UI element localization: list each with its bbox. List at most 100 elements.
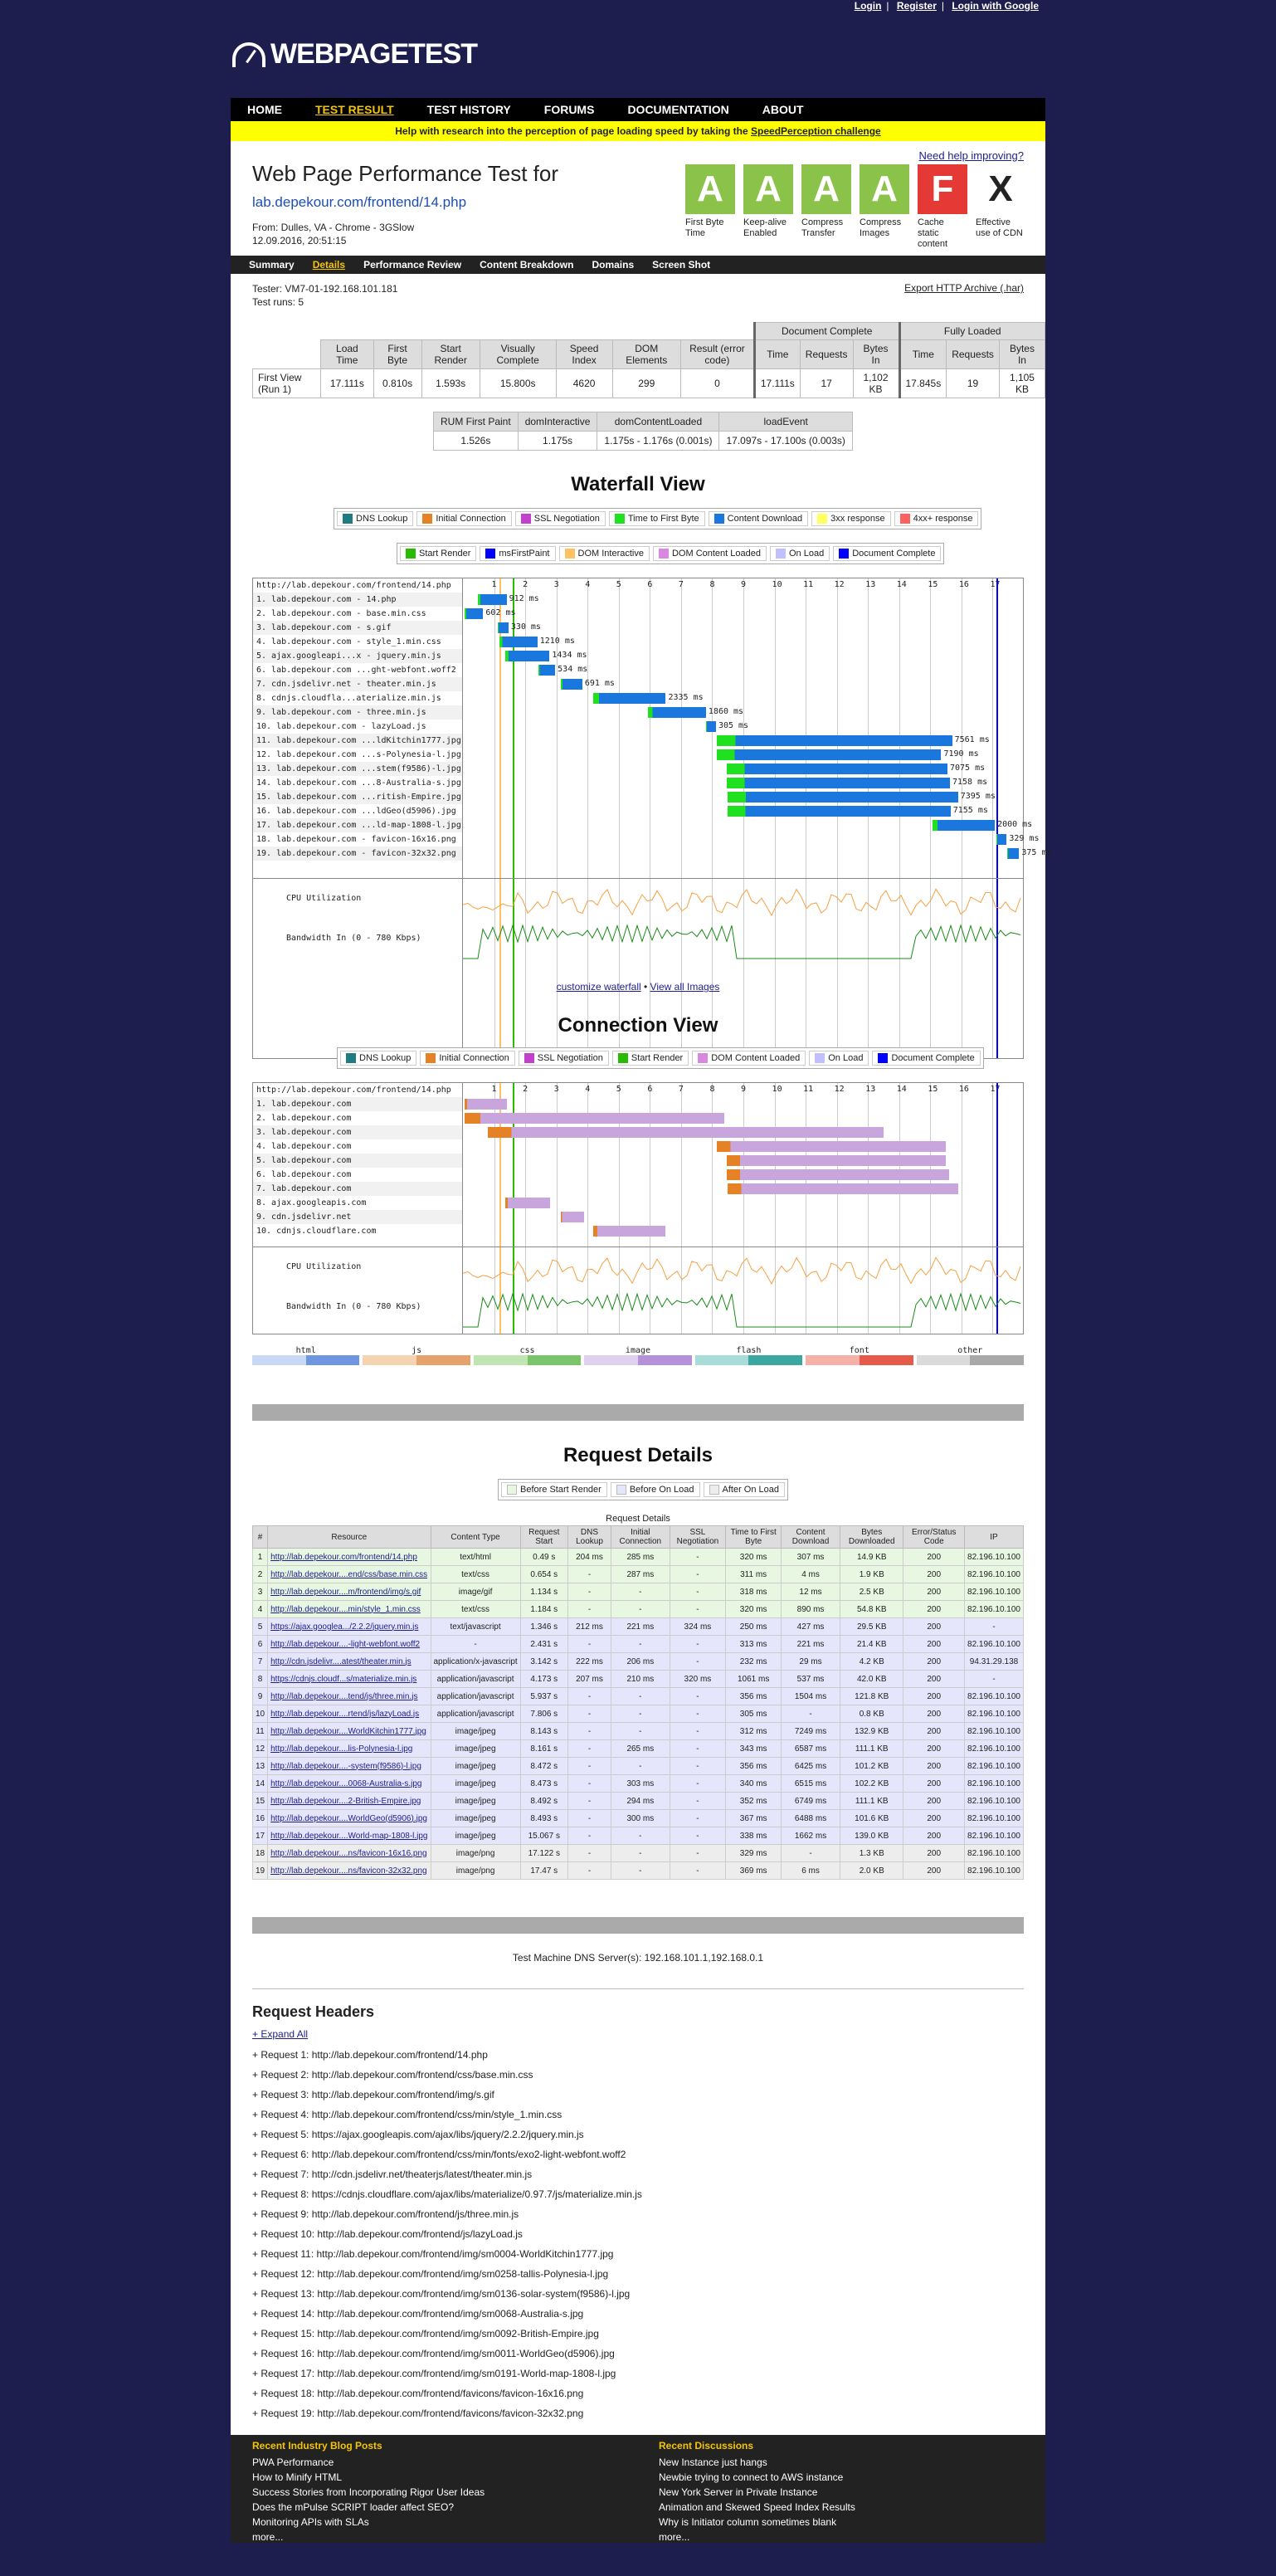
subnav-0[interactable]: Summary <box>249 259 295 271</box>
waterfall-row[interactable]: 18. lab.depekour.com - favicon-16x16.png <box>253 832 462 846</box>
expand-all-link[interactable]: + Expand All <box>252 2028 308 2040</box>
connection-bar[interactable] <box>504 1198 551 1208</box>
waterfall-row[interactable]: 2. lab.depekour.com - base.min.css <box>253 607 462 621</box>
waterfall-bar[interactable] <box>1007 848 1020 859</box>
tested-url[interactable]: lab.depekour.com/frontend/14.php <box>252 194 466 211</box>
waterfall-bar[interactable] <box>648 707 706 718</box>
request-resource-link[interactable]: http://lab.depekour....rtend/js/lazyLoad… <box>267 1705 431 1723</box>
discussion-link[interactable]: more... <box>659 2530 1040 2544</box>
waterfall-bar[interactable] <box>498 622 509 633</box>
waterfall-row[interactable]: 12. lab.depekour.com ...s-Polynesia-l.jp… <box>253 748 462 762</box>
connection-bar[interactable] <box>727 1183 959 1194</box>
waterfall-bar[interactable] <box>499 637 538 647</box>
blog-post-link[interactable]: more... <box>252 2530 634 2544</box>
grade-5[interactable]: X Effective use of CDN <box>976 164 1025 250</box>
request-header-item[interactable]: + Request 12: http://lab.depekour.com/fr… <box>252 2264 642 2284</box>
connection-bar[interactable] <box>727 1169 949 1180</box>
request-header-item[interactable]: + Request 19: http://lab.depekour.com/fr… <box>252 2403 642 2423</box>
connection-row[interactable]: 8. ajax.googleapis.com <box>253 1196 462 1210</box>
request-header-item[interactable]: + Request 8: https://cdnjs.cloudflare.co… <box>252 2184 642 2204</box>
request-resource-link[interactable]: http://lab.depekour....ns/favicon-16x16.… <box>267 1844 431 1862</box>
waterfall-row[interactable]: 5. ajax.googleapi...x - jquery.min.js <box>253 649 462 663</box>
request-header-item[interactable]: + Request 9: http://lab.depekour.com/fro… <box>252 2204 642 2224</box>
waterfall-bar[interactable] <box>727 764 947 774</box>
request-resource-link[interactable]: http://lab.depekour....-light-webfont.wo… <box>267 1635 431 1653</box>
request-resource-link[interactable]: https://cdnjs.cloudf...s/materialize.min… <box>267 1670 431 1688</box>
connection-bar[interactable] <box>488 1127 884 1138</box>
grade-2[interactable]: A Compress Transfer <box>801 164 851 250</box>
waterfall-bar[interactable] <box>727 778 950 788</box>
request-resource-link[interactable]: http://lab.depekour....-system(f9586)-l.… <box>267 1757 431 1775</box>
waterfall-bar[interactable] <box>478 594 507 605</box>
blog-post-link[interactable]: PWA Performance <box>252 2455 634 2470</box>
request-resource-link[interactable]: http://lab.depekour....0068-Australia-s.… <box>267 1774 431 1793</box>
waterfall-row[interactable]: 8. cdnjs.cloudfla...aterialize.min.js <box>253 691 462 705</box>
waterfall-row[interactable]: 16. lab.depekour.com ...ldGeo(d5906).jpg <box>253 804 462 818</box>
request-header-item[interactable]: + Request 17: http://lab.depekour.com/fr… <box>252 2364 642 2383</box>
request-header-item[interactable]: + Request 16: http://lab.depekour.com/fr… <box>252 2344 642 2364</box>
connection-row[interactable]: 2. lab.depekour.com <box>253 1111 462 1125</box>
waterfall-bar[interactable] <box>538 665 556 676</box>
blog-post-link[interactable]: Monitoring APIs with SLAs <box>252 2515 634 2530</box>
waterfall-row[interactable]: 17. lab.depekour.com ...ld-map-1808-l.jp… <box>253 818 462 832</box>
connection-bar[interactable] <box>464 1099 507 1110</box>
request-header-item[interactable]: + Request 10: http://lab.depekour.com/fr… <box>252 2224 642 2244</box>
request-resource-link[interactable]: http://lab.depekour....ns/favicon-32x32.… <box>267 1861 431 1880</box>
subnav-1[interactable]: Details <box>313 259 345 271</box>
waterfall-row[interactable]: 14. lab.depekour.com ...8-Australia-s.jp… <box>253 776 462 790</box>
waterfall-row[interactable]: 3. lab.depekour.com - s.gif <box>253 621 462 635</box>
waterfall-row[interactable]: 7. cdn.jsdelivr.net - theater.min.js <box>253 677 462 691</box>
connection-row[interactable]: 9. cdn.jsdelivr.net <box>253 1210 462 1224</box>
speedperception-link[interactable]: SpeedPerception challenge <box>751 125 881 137</box>
request-header-item[interactable]: + Request 2: http://lab.depekour.com/fro… <box>252 2065 642 2085</box>
waterfall-bar[interactable] <box>717 749 942 760</box>
waterfall-bar[interactable] <box>464 608 484 619</box>
discussion-link[interactable]: Newbie trying to connect to AWS instance <box>659 2470 1040 2485</box>
request-header-item[interactable]: + Request 7: http://cdn.jsdelivr.net/the… <box>252 2164 642 2184</box>
register-link[interactable]: Register <box>897 0 937 12</box>
request-resource-link[interactable]: http://lab.depekour....WorldKitchin1777.… <box>267 1722 431 1740</box>
request-resource-link[interactable]: http://cdn.jsdelivr....atest/theater.min… <box>267 1652 431 1671</box>
google-login-link[interactable]: Login with Google <box>952 0 1039 12</box>
blog-post-link[interactable]: Does the mPulse SCRIPT loader affect SEO… <box>252 2500 634 2515</box>
nav-1[interactable]: TEST RESULT <box>315 103 394 116</box>
discussion-link[interactable]: New York Server in Private Instance <box>659 2485 1040 2500</box>
request-header-item[interactable]: + Request 13: http://lab.depekour.com/fr… <box>252 2284 642 2304</box>
request-resource-link[interactable]: http://lab.depekour....lis-Polynesia-l.j… <box>267 1739 431 1758</box>
request-resource-link[interactable]: http://lab.depekour....min/style_1.min.c… <box>267 1600 431 1618</box>
waterfall-row[interactable]: 11. lab.depekour.com ...ldKitchin1777.jp… <box>253 734 462 748</box>
connection-bar[interactable] <box>717 1141 947 1152</box>
request-resource-link[interactable]: http://lab.depekour....World-map-1808-l.… <box>267 1827 431 1845</box>
connection-row[interactable]: 6. lab.depekour.com <box>253 1168 462 1182</box>
grade-4[interactable]: F Cache static content <box>918 164 967 250</box>
waterfall-row[interactable]: 19. lab.depekour.com - favicon-32x32.png <box>253 846 462 861</box>
nav-0[interactable]: HOME <box>247 103 282 116</box>
waterfall-bar[interactable] <box>592 693 666 704</box>
connection-row[interactable]: 7. lab.depekour.com <box>253 1182 462 1196</box>
request-header-item[interactable]: + Request 3: http://lab.depekour.com/fro… <box>252 2085 642 2105</box>
grade-3[interactable]: A Compress Images <box>860 164 909 250</box>
nav-5[interactable]: ABOUT <box>762 103 804 116</box>
waterfall-row[interactable]: 10. lab.depekour.com - lazyLoad.js <box>253 720 462 734</box>
connection-row[interactable]: 5. lab.depekour.com <box>253 1154 462 1168</box>
request-resource-link[interactable]: http://lab.depekour.com/frontend/14.php <box>267 1548 431 1566</box>
waterfall-bar[interactable] <box>932 820 996 831</box>
grade-0[interactable]: A First Byte Time <box>685 164 735 250</box>
waterfall-bar[interactable] <box>996 834 1007 845</box>
waterfall-bar[interactable] <box>706 721 716 732</box>
waterfall-bar[interactable] <box>560 679 582 690</box>
help-link[interactable]: Need help improving? <box>919 149 1024 162</box>
request-header-item[interactable]: + Request 6: http://lab.depekour.com/fro… <box>252 2144 642 2164</box>
request-resource-link[interactable]: http://lab.depekour....tend/js/three.min… <box>267 1687 431 1705</box>
nav-2[interactable]: TEST HISTORY <box>427 103 511 116</box>
export-har-link[interactable]: Export HTTP Archive (.har) <box>904 282 1024 294</box>
nav-4[interactable]: DOCUMENTATION <box>627 103 728 116</box>
request-resource-link[interactable]: https://ajax.googlea.../2.2.2/jquery.min… <box>267 1617 431 1636</box>
connection-row[interactable]: 1. lab.depekour.com <box>253 1097 462 1111</box>
request-header-item[interactable]: + Request 11: http://lab.depekour.com/fr… <box>252 2244 642 2264</box>
discussion-link[interactable]: New Instance just hangs <box>659 2455 1040 2470</box>
connection-row[interactable]: 10. cdnjs.cloudflare.com <box>253 1224 462 1238</box>
blog-post-link[interactable]: How to Minify HTML <box>252 2470 634 2485</box>
request-header-item[interactable]: + Request 14: http://lab.depekour.com/fr… <box>252 2304 642 2324</box>
connection-row[interactable]: 3. lab.depekour.com <box>253 1125 462 1139</box>
